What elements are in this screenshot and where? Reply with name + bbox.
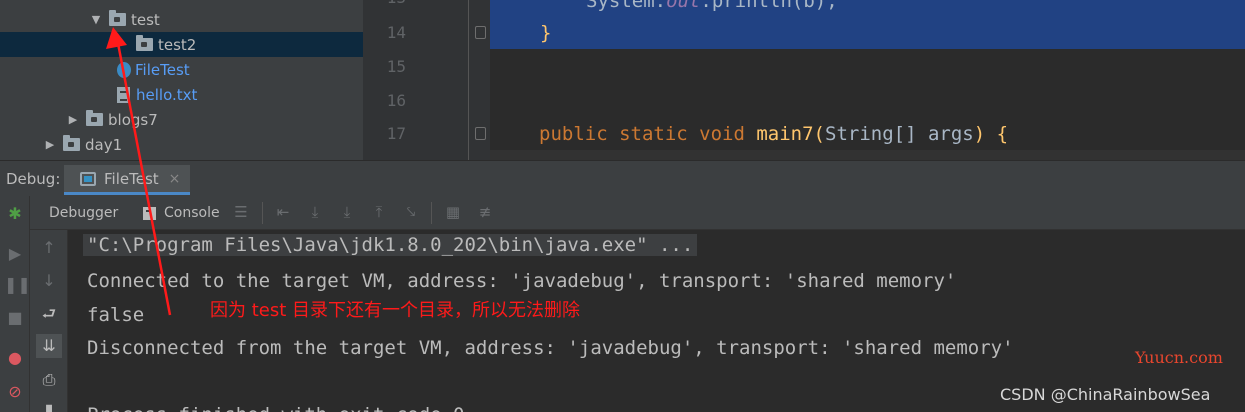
clear-all-icon[interactable]: ▮ (38, 400, 60, 412)
editor-gutter: 13 14 15 16 17 (363, 0, 468, 160)
folder-icon (136, 35, 153, 51)
code-token: main7 (756, 122, 814, 145)
tree-item-filetest[interactable]: FileTest (0, 57, 363, 82)
line-number: 13 (387, 0, 406, 7)
watermark-yuucn: Yuucn.com (1135, 348, 1223, 367)
code-line-14: } (490, 17, 1245, 49)
tree-item-test[interactable]: ▼ test (0, 7, 363, 32)
console-line: Process finished with exit code 0 (87, 404, 465, 412)
tree-item-label: test2 (158, 35, 197, 54)
editor-bottom-edge (490, 150, 1245, 160)
code-line-17: public static void main7(String[] args) … (490, 117, 1245, 150)
tree-item-label: FileTest (135, 60, 190, 79)
line-number: 17 (386, 124, 406, 143)
console-line: false (87, 304, 145, 326)
view-breakpoints-icon[interactable]: ● (4, 348, 26, 368)
code-token: ) { (973, 122, 1009, 145)
watermark-csdn: CSDN @ChinaRainbowSea (1000, 385, 1211, 404)
fold-toggle-icon[interactable] (475, 26, 486, 39)
collapse-arrow-icon[interactable]: ▶ (67, 113, 79, 126)
line-number: 14 (386, 23, 406, 42)
run-config-tab-label: FileTest (104, 169, 159, 188)
console-icon (143, 206, 156, 220)
folder-icon (63, 135, 80, 151)
evaluate-expression-icon[interactable]: ▦ (444, 203, 462, 221)
code-token: System. (586, 0, 667, 12)
tree-item-hello-txt[interactable]: hello.txt (0, 82, 363, 107)
print-icon[interactable]: ⎙ (38, 370, 60, 390)
console-line: Connected to the target VM, address: 'ja… (87, 270, 957, 292)
line-number: 16 (386, 91, 406, 110)
tab-console[interactable]: Console (143, 205, 220, 221)
console-line: Disconnected from the target VM, address… (87, 337, 1014, 359)
show-execution-point-icon[interactable]: ⇤ (274, 203, 292, 221)
soft-wrap-icon[interactable]: ⮐ (38, 304, 60, 324)
collapse-arrow-icon[interactable]: ▶ (44, 138, 56, 151)
code-token: .println(b); (700, 0, 838, 12)
tree-item-blogs7[interactable]: ▶ blogs7 (0, 107, 363, 132)
debug-actions-strip: ✱ ▶ ❚❚ ■ ● ⊘ (0, 196, 31, 412)
folder-icon (86, 110, 103, 126)
run-config-tab[interactable]: FileTest × (64, 165, 191, 195)
console-command-line: "C:\Program Files\Java\jdk1.8.0_202\bin\… (83, 234, 698, 256)
annotation-text: 因为 test 目录下还有一个目录，所以无法删除 (210, 300, 581, 321)
code-token: } (540, 22, 552, 44)
text-file-icon (117, 86, 130, 103)
toolbar-separator (262, 202, 263, 224)
down-arrow-icon[interactable]: ↓ (38, 271, 60, 291)
up-arrow-icon[interactable]: ↑ (38, 238, 60, 258)
code-token: String[] args (825, 122, 974, 145)
tree-item-day1[interactable]: ▶ day1 (0, 132, 363, 157)
tree-item-test2[interactable]: test2 (0, 32, 363, 57)
debug-label: Debug: (6, 170, 61, 188)
project-tree: ▼ test test2 FileTest hello.txt ▶ blogs7… (0, 0, 363, 160)
line-number: 15 (386, 57, 406, 76)
step-over-icon[interactable]: ⤓ (306, 203, 324, 221)
close-icon[interactable]: × (169, 171, 181, 187)
pause-icon[interactable]: ❚❚ (4, 275, 31, 295)
tab-debugger[interactable]: Debugger (49, 205, 118, 221)
stop-icon[interactable]: ■ (4, 308, 26, 328)
debug-toolbar: Debugger Console ☰ ⇤ ⤓ ⤓ ⤒ ⤥ ▦ ≢ (30, 196, 1245, 230)
code-line-13: System. out .println(b); (490, 0, 1245, 17)
toolbar-separator (431, 202, 432, 224)
java-class-icon (117, 61, 131, 78)
menu-icon[interactable]: ☰ (232, 203, 250, 221)
mute-breakpoints-icon[interactable]: ⊘ (4, 382, 26, 402)
resume-icon[interactable]: ▶ (4, 244, 26, 264)
trace-icon[interactable]: ≢ (476, 203, 494, 221)
expand-arrow-icon[interactable]: ▼ (90, 13, 102, 26)
run-to-cursor-icon[interactable]: ⤥ (402, 203, 420, 221)
tree-item-label: test (131, 10, 160, 29)
tree-item-label: day1 (85, 135, 123, 154)
code-token: out (666, 0, 701, 12)
tree-item-label: blogs7 (108, 110, 158, 129)
step-into-icon[interactable]: ⤓ (338, 203, 356, 221)
step-out-icon[interactable]: ⤒ (370, 203, 388, 221)
bug-icon[interactable]: ✱ (4, 204, 26, 224)
scroll-to-end-icon[interactable]: ⇊ (36, 334, 62, 358)
debug-tool-window-header: Debug: FileTest × (0, 160, 1245, 196)
run-config-icon (80, 171, 96, 186)
console-actions-strip: ↑ ↓ ⮐ ⇊ ⎙ ▮ (30, 230, 68, 412)
fold-toggle-icon[interactable] (475, 127, 486, 140)
tab-console-label: Console (164, 205, 220, 221)
tree-item-label: hello.txt (136, 85, 198, 104)
code-token: ( (813, 122, 825, 145)
code-editor[interactable]: System. out .println(b); } public static v… (490, 0, 1245, 160)
code-token: public static void (539, 122, 757, 145)
folder-icon (109, 10, 126, 26)
